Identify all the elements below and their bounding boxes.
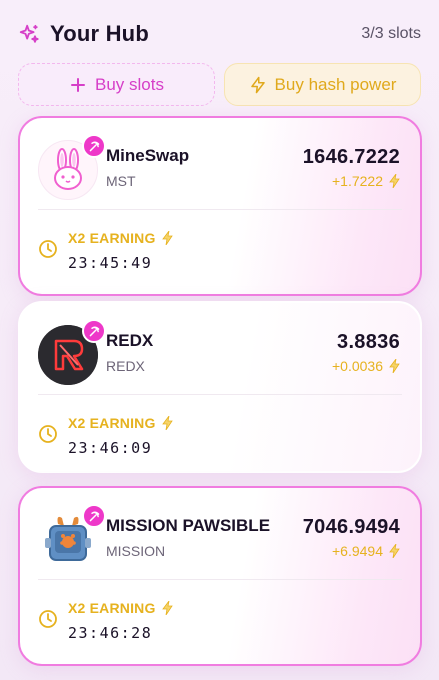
- header-title-group: Your Hub: [18, 21, 149, 47]
- delta-value: +1.7222: [332, 173, 383, 189]
- token-card-redx[interactable]: REDX REDX 3.8836 +0.0036 X2 EARNING 23:4…: [18, 301, 422, 473]
- lightning-icon: [389, 543, 400, 559]
- lightning-icon: [161, 600, 173, 616]
- token-balance: 1646.7222: [302, 146, 400, 168]
- pickaxe-icon: [82, 504, 106, 528]
- card-header: MineSwap MST 1646.7222 +1.7222: [20, 118, 420, 210]
- buy-slots-button[interactable]: Buy slots: [18, 63, 215, 106]
- card-divider: [38, 209, 402, 210]
- token-name: REDX: [106, 331, 154, 350]
- token-name: MineSwap: [106, 146, 190, 165]
- balance-delta: +0.0036: [332, 358, 400, 374]
- lightning-icon: [249, 76, 267, 94]
- token-card-mineswap[interactable]: MineSwap MST 1646.7222 +1.7222 X2 EARNIN…: [18, 116, 422, 296]
- earning-row: X2 EARNING 23:46:28: [38, 596, 338, 646]
- buy-slots-label: Buy slots: [95, 74, 164, 94]
- slots-count: 3/3 slots: [361, 25, 421, 42]
- earning-row: X2 EARNING 23:45:49: [38, 226, 338, 276]
- countdown-timer: 23:46:28: [68, 624, 153, 642]
- clock-icon: [38, 609, 58, 629]
- lightning-icon: [161, 230, 173, 246]
- countdown-timer: 23:46:09: [68, 439, 153, 457]
- token-logo: [38, 134, 106, 200]
- card-header: MISSION PAWSIBLE MISSION 7046.9494 +6.94…: [20, 488, 420, 580]
- card-divider: [38, 579, 402, 580]
- token-name: MISSION PAWSIBLE: [106, 516, 271, 535]
- clock-icon: [38, 424, 58, 444]
- earning-label: X2 EARNING: [68, 415, 173, 431]
- buy-hash-power-label: Buy hash power: [274, 74, 397, 94]
- sparkle-icon: [18, 23, 40, 45]
- earning-label: X2 EARNING: [68, 230, 173, 246]
- lightning-icon: [161, 415, 173, 431]
- plus-icon: [69, 76, 87, 94]
- countdown-timer: 23:45:49: [68, 254, 153, 272]
- pickaxe-icon: [82, 134, 106, 158]
- token-logo: [38, 504, 106, 570]
- earning-label-text: X2 EARNING: [68, 600, 156, 616]
- token-balance: 3.8836: [337, 331, 400, 353]
- token-symbol: REDX: [106, 358, 145, 374]
- earning-label-text: X2 EARNING: [68, 415, 156, 431]
- earning-label-text: X2 EARNING: [68, 230, 156, 246]
- hub-header: Your Hub 3/3 slots: [18, 18, 421, 50]
- delta-value: +6.9494: [332, 543, 383, 559]
- lightning-icon: [389, 173, 400, 189]
- token-card-mission-pawsible[interactable]: MISSION PAWSIBLE MISSION 7046.9494 +6.94…: [18, 486, 422, 666]
- card-divider: [38, 394, 402, 395]
- hub-actions: Buy slots Buy hash power: [18, 63, 421, 106]
- token-symbol: MISSION: [106, 543, 166, 559]
- token-logo: [38, 319, 106, 385]
- earning-label: X2 EARNING: [68, 600, 173, 616]
- token-symbol: MST: [106, 173, 136, 189]
- page-title: Your Hub: [50, 21, 149, 46]
- card-header: REDX REDX 3.8836 +0.0036: [20, 303, 420, 395]
- balance-delta: +1.7222: [332, 173, 400, 189]
- pickaxe-icon: [82, 319, 106, 343]
- token-balance: 7046.9494: [302, 516, 400, 538]
- lightning-icon: [389, 358, 400, 374]
- earning-row: X2 EARNING 23:46:09: [38, 411, 338, 461]
- delta-value: +0.0036: [332, 358, 383, 374]
- clock-icon: [38, 239, 58, 259]
- balance-delta: +6.9494: [332, 543, 400, 559]
- buy-hash-power-button[interactable]: Buy hash power: [224, 63, 421, 106]
